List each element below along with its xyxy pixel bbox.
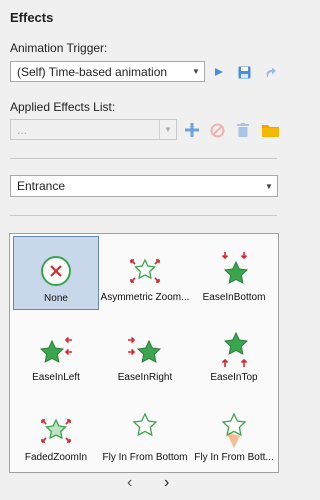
star-ease-in-right-icon xyxy=(128,336,162,363)
effect-label: None xyxy=(44,293,68,304)
chevron-down-icon: ▼ xyxy=(192,67,200,76)
star-faded-zoom-icon xyxy=(41,418,71,443)
applied-effects-label: Applied Effects List: xyxy=(10,100,116,114)
effect-label: EaseInTop xyxy=(210,372,258,383)
chevron-right-icon[interactable]: › xyxy=(164,474,169,492)
none-icon xyxy=(41,256,71,286)
effect-tile-ease-in-bottom[interactable]: EaseInBottom xyxy=(191,236,277,310)
effect-label: Fly In From Bottom xyxy=(102,452,188,463)
effect-tile-ease-in-top[interactable]: EaseInTop xyxy=(191,316,277,390)
chevron-down-icon: ▼ xyxy=(159,120,176,139)
applied-effects-select[interactable]: ... ▼ xyxy=(10,119,177,140)
effect-tile-faded-zoom-in[interactable]: FadedZoomIn xyxy=(13,396,99,470)
add-icon[interactable] xyxy=(183,121,201,139)
effect-category-select[interactable]: Entrance ▼ xyxy=(10,175,278,197)
effect-tile-ease-in-right[interactable]: EaseInRight xyxy=(102,316,188,390)
divider xyxy=(10,158,277,159)
applied-effects-value: ... xyxy=(17,122,28,137)
effect-label: EaseInLeft xyxy=(32,372,80,383)
divider xyxy=(10,215,277,216)
play-icon[interactable] xyxy=(210,63,228,81)
effect-tile-ease-in-left[interactable]: EaseInLeft xyxy=(13,316,99,390)
redo-icon[interactable] xyxy=(261,63,279,81)
panel-title: Effects xyxy=(10,10,54,25)
effect-label: Fly In From Bott... xyxy=(194,452,274,463)
delete-icon[interactable] xyxy=(234,121,252,139)
effects-grid: None Asymmetric Zoom... EaseInBottom Eas… xyxy=(9,233,279,473)
star-fly-in-icon xyxy=(132,412,158,437)
effect-label: EaseInRight xyxy=(117,372,173,383)
star-zoom-icon xyxy=(130,258,160,283)
effect-tile-fly-in-from-bottom[interactable]: Fly In From Bottom xyxy=(102,396,188,470)
effect-category-value: Entrance xyxy=(17,179,66,193)
effect-tile-none[interactable]: None xyxy=(13,236,99,310)
animation-trigger-value: (Self) Time-based animation xyxy=(17,64,168,79)
effect-tile-asymmetric-zoom[interactable]: Asymmetric Zoom... xyxy=(100,236,190,310)
save-icon[interactable] xyxy=(235,63,253,81)
effect-label: EaseInBottom xyxy=(202,292,266,303)
star-ease-in-left-icon xyxy=(39,336,72,363)
effect-label: Asymmetric Zoom... xyxy=(100,292,190,303)
star-ease-in-bottom-icon xyxy=(221,252,249,284)
chevron-left-icon[interactable]: ‹ xyxy=(127,474,132,492)
star-fly-in-trail-icon xyxy=(221,412,247,448)
effect-tile-fly-in-from-bottom-2[interactable]: Fly In From Bott... xyxy=(191,396,277,470)
block-icon[interactable] xyxy=(208,121,226,139)
chevron-down-icon: ▼ xyxy=(265,181,273,191)
folder-icon[interactable] xyxy=(261,121,279,139)
animation-trigger-label: Animation Trigger: xyxy=(10,41,108,55)
star-ease-in-top-icon xyxy=(221,331,249,367)
animation-trigger-select[interactable]: (Self) Time-based animation ▼ xyxy=(10,61,205,82)
effect-label: FadedZoomIn xyxy=(24,452,88,463)
